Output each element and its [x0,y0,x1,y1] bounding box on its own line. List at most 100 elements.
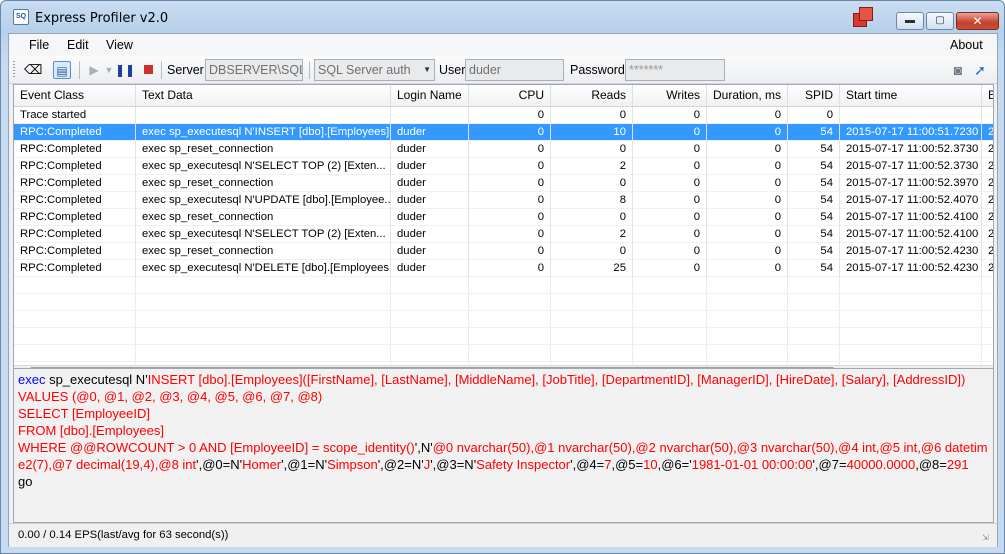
col-writes-cell: 0 [633,124,707,141]
maximize-button[interactable]: ▢ [926,12,954,30]
col-cpu-cell: 0 [469,107,551,124]
col-login-name-cell: duder [391,141,469,158]
col-start-time-cell: 2015-07-17 11:00:52.4070 [840,192,982,209]
table-row[interactable]: RPC:Completed exec sp_reset_connection dud… [14,243,993,260]
toolbar-grip[interactable] [13,61,15,79]
auth-select[interactable]: SQL Server auth ▼ [314,59,435,81]
sql-segment: 40000.0000 [846,457,916,472]
col-duration-cell: 0 [707,260,788,277]
window-decoration-icon [853,7,875,29]
sql-segment: ,@8= [915,457,947,472]
col-start-time-cell: 2015-07-17 11:00:52.3970 [840,175,982,192]
sql-segment: exec [18,372,46,387]
col-event-class-cell: RPC:Completed [14,260,136,277]
col-writes-header[interactable]: Writes [633,85,707,106]
col-reads-header[interactable]: Reads [551,85,633,106]
eraser-icon[interactable]: ⌫ [24,61,42,79]
col-event-class-cell: RPC:Completed [14,226,136,243]
col-e-cell: 2 [982,243,993,260]
col-writes-cell: 0 [633,158,707,175]
table-row[interactable]: RPC:Completed exec sp_reset_connection dud… [14,209,993,226]
col-text-data-cell: exec sp_reset_connection [136,175,391,192]
col-duration-header[interactable]: Duration, ms [707,85,788,106]
pin-icon[interactable]: ➚ [971,61,989,79]
table-row[interactable]: RPC:Completed exec sp_executesql N'UPDATE… [14,192,993,209]
table-row[interactable]: RPC:Completed exec sp_executesql N'SELECT… [14,226,993,243]
app-icon: SQ [13,9,29,25]
col-spid-cell: 54 [788,192,840,209]
col-login-name-cell: duder [391,192,469,209]
sql-segment: Simpson [327,457,378,472]
col-reads-cell: 0 [551,141,633,158]
server-input[interactable]: DBSERVER\SQLEX [205,59,303,81]
minimize-button[interactable]: ▬ [896,12,924,30]
empty-row [14,328,993,345]
ghost-icon[interactable]: ◙ [949,61,967,79]
table-row[interactable]: RPC:Completed exec sp_executesql N'SELECT… [14,158,993,175]
sql-segment: 10 [643,457,658,472]
toolbar-separator [161,61,162,79]
sql-segment: 1981-01-01 00:00:00 [691,457,813,472]
sql-segment: ,@5= [611,457,644,472]
col-writes-cell: 0 [633,107,707,124]
col-reads-cell: 0 [551,209,633,226]
menu-bar: File Edit View About [9,34,997,56]
col-login-name-cell: duder [391,175,469,192]
sql-segment: 291 [946,457,969,472]
col-text-data-header[interactable]: Text Data [136,85,391,106]
col-text-data-cell: exec sp_executesql N'UPDATE [dbo].[Emplo… [136,192,391,209]
table-row[interactable]: Trace started 0 0 0 0 0 [14,107,993,124]
col-event-class-cell: RPC:Completed [14,175,136,192]
stop-icon[interactable] [139,61,157,79]
menu-view[interactable]: View [106,38,133,52]
col-start-time-header[interactable]: Start time [840,85,982,106]
table-row[interactable]: RPC:Completed exec sp_reset_connection dud… [14,175,993,192]
col-cpu-cell: 0 [469,209,551,226]
col-start-time-cell: 2015-07-17 11:00:51.7230 [840,124,982,141]
col-start-time-cell: 2015-07-17 11:00:52.4100 [840,209,982,226]
col-cpu-header[interactable]: CPU [469,85,551,106]
col-spid-cell: 54 [788,158,840,175]
menu-file[interactable]: File [29,38,49,52]
toolbar-separator [79,61,80,79]
col-event-class-header[interactable]: Event Class [14,85,136,106]
col-text-data-cell [136,107,391,124]
sql-segment: ',@4= [570,457,605,472]
col-start-time-cell: 2015-07-17 11:00:52.4230 [840,260,982,277]
table-row[interactable]: RPC:Completed exec sp_executesql N'INSERT… [14,124,993,141]
col-reads-cell: 2 [551,226,633,243]
menu-about[interactable]: About [950,38,983,52]
table-row[interactable]: RPC:Completed exec sp_executesql N'DELETE… [14,260,993,277]
col-cpu-cell: 0 [469,175,551,192]
col-writes-cell: 0 [633,209,707,226]
sql-segment: ',@2=N' [377,457,424,472]
col-event-class-cell: RPC:Completed [14,124,136,141]
close-button[interactable]: ✕ [956,12,999,30]
user-input[interactable]: duder [465,59,564,81]
col-spid-cell: 54 [788,141,840,158]
menu-edit[interactable]: Edit [67,38,89,52]
col-cpu-cell: 0 [469,158,551,175]
col-e-cell: 2 [982,192,993,209]
toolbar-separator [309,61,310,79]
col-event-class-cell: RPC:Completed [14,243,136,260]
col-e-header[interactable]: E [982,85,993,106]
col-spid-cell: 0 [788,107,840,124]
auto-scroll-icon[interactable]: ▤ [53,61,71,79]
client-area: File Edit View About ⌫ ▤ ▶ ▼ ❚❚ Server D… [8,33,998,547]
table-row[interactable]: RPC:Completed exec sp_reset_connection dud… [14,141,993,158]
pause-icon[interactable]: ❚❚ [115,61,135,79]
sql-text-panel[interactable]: exec sp_executesql N'INSERT [dbo].[Emplo… [13,368,994,523]
col-e-cell: 2 [982,209,993,226]
sql-segment: ',@7= [812,457,847,472]
col-login-name-header[interactable]: Login Name [391,85,469,106]
col-spid-header[interactable]: SPID [788,85,840,106]
app-window: SQ Express Profiler v2.0 ▬ ▢ ✕ File Edit… [0,0,1005,554]
col-writes-cell: 0 [633,141,707,158]
trace-grid[interactable]: Event Class Text Data Login Name CPU Reads Wr… [13,84,994,380]
resize-grip-icon[interactable]: ⇲ [982,533,994,545]
title-bar[interactable]: SQ Express Profiler v2.0 ▬ ▢ ✕ [1,1,1004,33]
col-e-cell: 2 [982,141,993,158]
password-input[interactable]: ******* [625,59,725,81]
col-reads-cell: 2 [551,158,633,175]
